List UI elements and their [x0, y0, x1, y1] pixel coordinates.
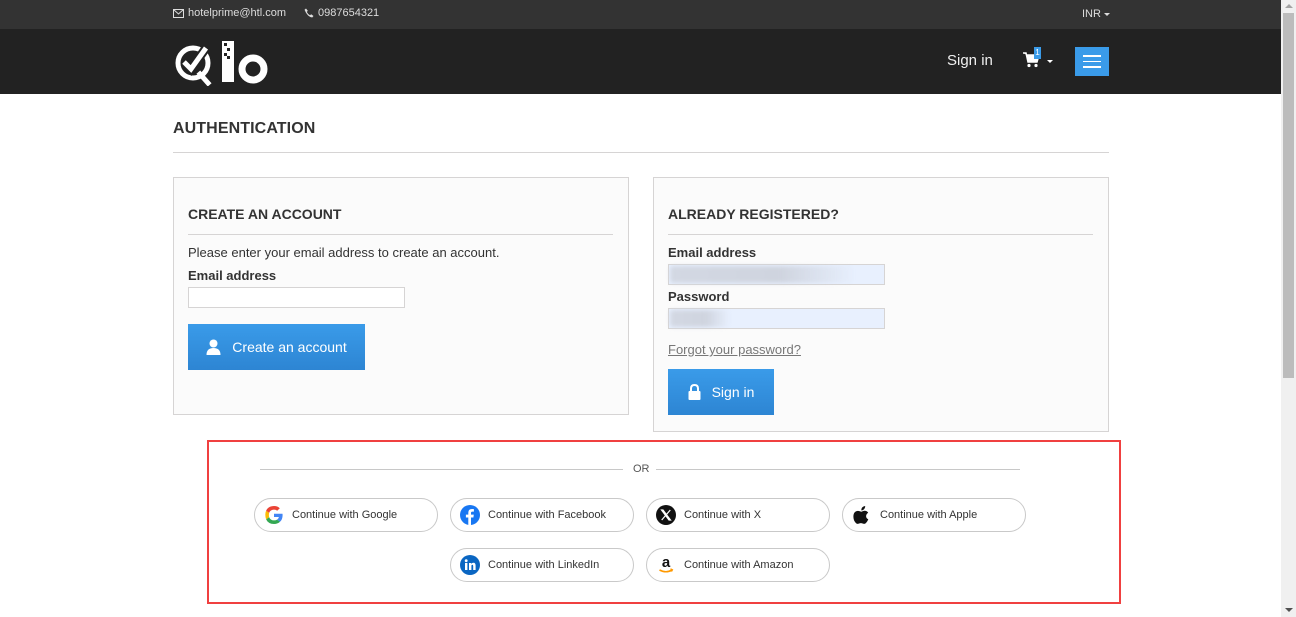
login-password-field: [668, 308, 885, 330]
contact-phone[interactable]: 0987654321: [304, 7, 379, 19]
continue-with-facebook-button[interactable]: Continue with Facebook: [450, 498, 634, 532]
hamburger-icon-line: [1083, 55, 1101, 57]
qlo-logo-icon: [175, 41, 268, 87]
top-bar: hotelprime@htl.com 0987654321 INR: [0, 0, 1281, 29]
create-account-description: Please enter your email address to creat…: [188, 245, 500, 260]
heading-divider: [188, 234, 613, 235]
scroll-up-arrow-icon[interactable]: [1285, 4, 1293, 8]
or-divider-right: [656, 469, 1020, 470]
caret-down-icon: [1047, 60, 1053, 63]
create-account-heading: CREATE AN ACCOUNT: [188, 206, 342, 222]
hamburger-menu-button[interactable]: [1075, 47, 1109, 76]
x-button-label: Continue with X: [684, 509, 762, 521]
amazon-button-label: Continue with Amazon: [684, 559, 794, 571]
login-heading: ALREADY REGISTERED?: [668, 206, 839, 222]
apple-button-label: Continue with Apple: [880, 509, 978, 521]
google-icon: [264, 505, 284, 525]
continue-with-linkedin-button[interactable]: Continue with LinkedIn: [450, 548, 634, 582]
heading-divider: [668, 234, 1093, 235]
continue-with-x-button[interactable]: Continue with X: [646, 498, 830, 532]
signin-button[interactable]: Sign in: [668, 369, 774, 415]
create-email-label: Email address: [188, 268, 277, 283]
continue-with-google-button[interactable]: Continue with Google: [254, 498, 438, 532]
facebook-button-label: Continue with Facebook: [488, 509, 607, 521]
apple-icon: [852, 505, 872, 525]
facebook-icon: [460, 505, 480, 525]
user-icon: [206, 339, 221, 355]
login-email-label: Email address: [668, 245, 757, 260]
scroll-down-arrow-icon[interactable]: [1285, 608, 1293, 612]
contact-email-text: hotelprime@htl.com: [188, 7, 286, 19]
currency-label: INR: [1082, 8, 1101, 20]
create-email-input[interactable]: [188, 287, 405, 308]
contact-phone-text: 0987654321: [318, 7, 380, 19]
envelope-icon: [173, 8, 184, 18]
lock-icon: [688, 384, 701, 400]
title-divider: [173, 152, 1109, 153]
login-email-input[interactable]: [668, 264, 885, 285]
hamburger-icon-line: [1083, 60, 1101, 63]
or-divider-text: OR: [633, 463, 650, 475]
page-scrollbar[interactable]: [1281, 0, 1296, 617]
login-panel: ALREADY REGISTERED? Email address Passwo…: [653, 177, 1109, 432]
linkedin-button-label: Continue with LinkedIn: [488, 559, 600, 571]
social-login-section: OR Continue with Google Continue with Fa…: [207, 440, 1121, 604]
site-logo[interactable]: [172, 36, 272, 87]
cart-button[interactable]: 1: [1023, 47, 1053, 70]
login-password-input[interactable]: [668, 308, 885, 329]
hamburger-icon-line: [1083, 66, 1101, 68]
forgot-password-link[interactable]: Forgot your password?: [668, 342, 801, 357]
login-email-field: [668, 264, 885, 286]
phone-icon: [304, 8, 314, 18]
google-button-label: Continue with Google: [292, 509, 398, 521]
signin-button-label: Sign in: [711, 384, 755, 400]
create-account-button-label: Create an account: [232, 339, 347, 355]
svg-text:a: a: [662, 555, 671, 571]
continue-with-apple-button[interactable]: Continue with Apple: [842, 498, 1026, 532]
continue-with-amazon-button[interactable]: a Continue with Amazon: [646, 548, 830, 582]
header-signin-link[interactable]: Sign in: [947, 52, 993, 69]
linkedin-icon: [460, 555, 480, 575]
caret-down-icon: [1103, 12, 1110, 16]
site-header: Sign in 1: [0, 29, 1281, 94]
scrollbar-thumb[interactable]: [1283, 13, 1294, 378]
currency-dropdown[interactable]: INR: [1082, 8, 1110, 20]
x-icon: [656, 505, 676, 525]
contact-email[interactable]: hotelprime@htl.com: [173, 7, 286, 19]
create-account-button[interactable]: Create an account: [188, 324, 365, 370]
login-password-label: Password: [668, 289, 730, 304]
amazon-icon: a: [656, 555, 676, 575]
create-account-panel: CREATE AN ACCOUNT Please enter your emai…: [173, 177, 629, 415]
or-divider-left: [260, 469, 623, 470]
page-title: AUTHENTICATION: [173, 120, 316, 137]
cart-count-badge: 1: [1034, 47, 1041, 59]
